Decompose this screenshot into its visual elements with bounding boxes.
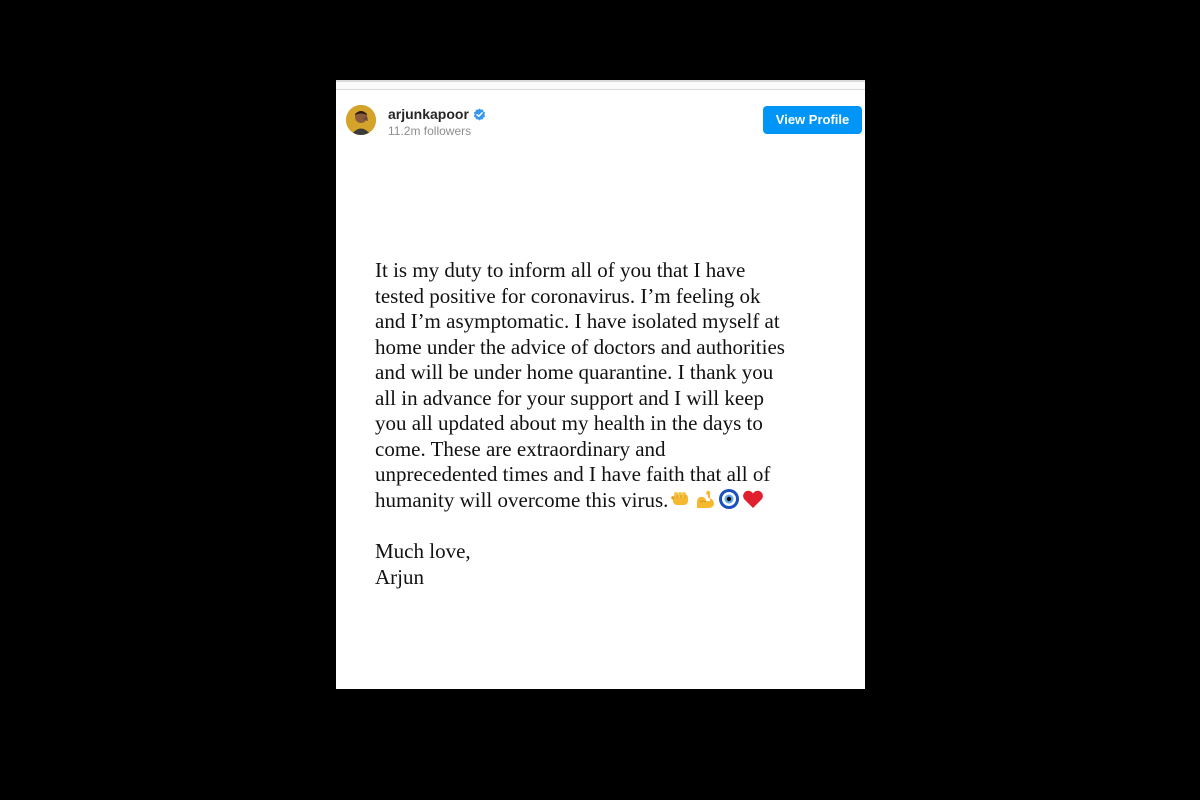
- fist-icon: [670, 488, 692, 510]
- signoff-line-1: Much love,: [375, 539, 471, 563]
- instagram-embed-card: arjunkapoor 11.2m followers View Profile…: [336, 80, 865, 689]
- signoff: Much love, Arjun: [375, 539, 855, 590]
- red-heart-icon: [742, 488, 764, 510]
- avatar[interactable]: [346, 105, 376, 135]
- post-header: arjunkapoor 11.2m followers View Profile: [336, 90, 865, 150]
- post-message-container: It is my duty to inform all of you that …: [375, 258, 855, 513]
- view-profile-button[interactable]: View Profile: [763, 106, 862, 134]
- post-message: It is my duty to inform all of you that …: [375, 258, 785, 512]
- emoji-row: [670, 488, 764, 510]
- avatar-image: [346, 105, 376, 135]
- embed-top-border: [336, 80, 865, 90]
- post-image-content: It is my duty to inform all of you that …: [375, 258, 855, 590]
- signoff-line-2: Arjun: [375, 564, 424, 589]
- follower-count: 11.2m followers: [388, 124, 472, 138]
- nazar-amulet-icon: [718, 488, 740, 510]
- username[interactable]: arjunkapoor: [388, 105, 469, 123]
- username-row: arjunkapoor: [388, 105, 486, 123]
- flexed-biceps-icon: [694, 488, 716, 510]
- verified-badge-icon: [473, 108, 486, 121]
